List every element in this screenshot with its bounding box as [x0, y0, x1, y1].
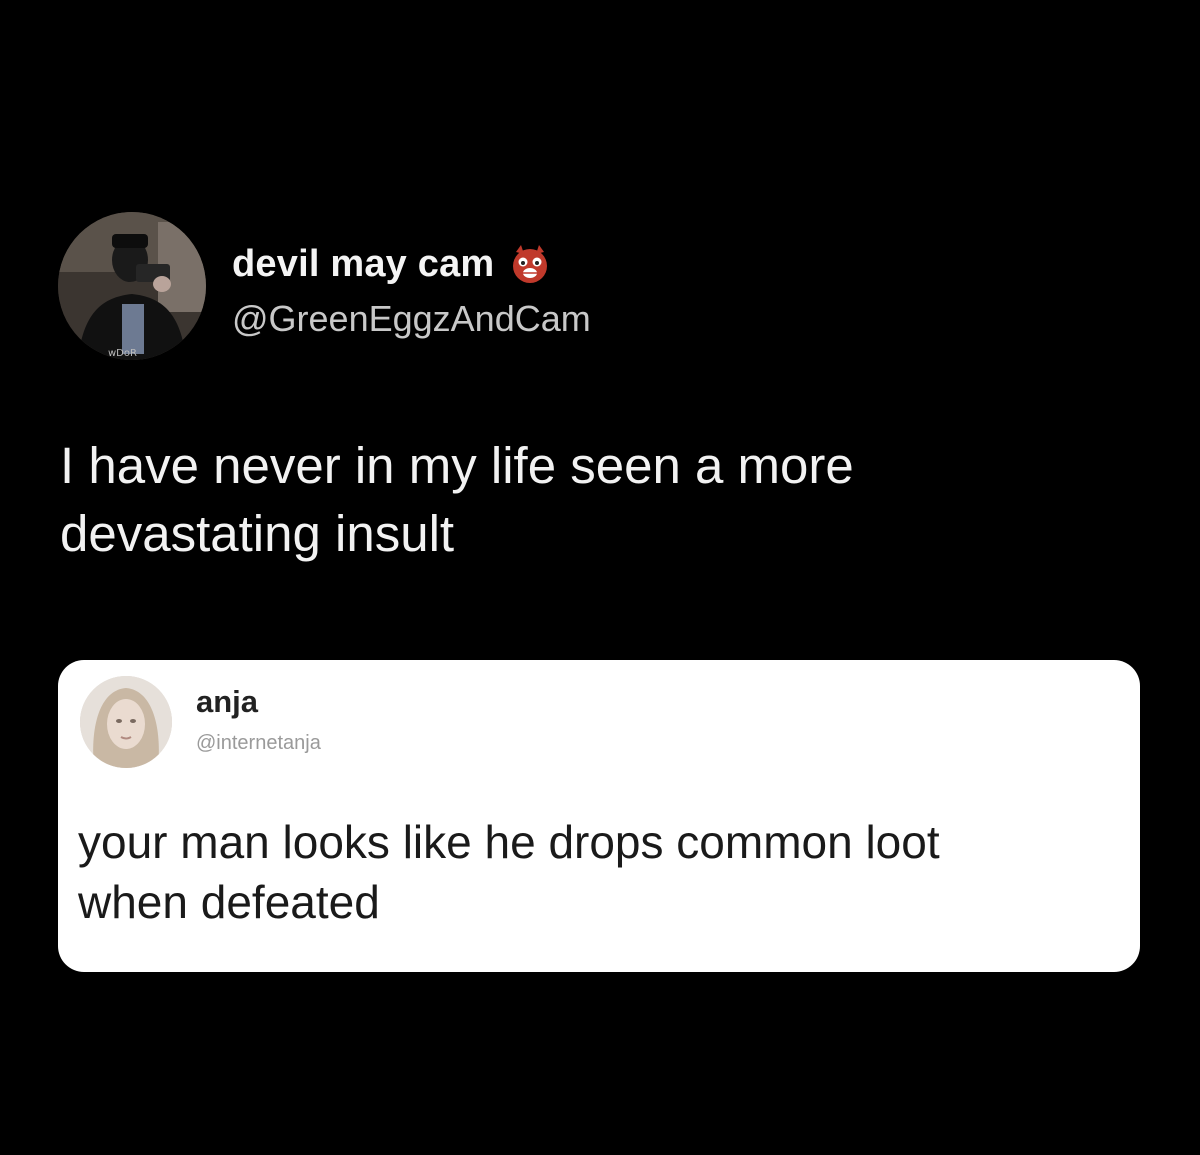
quoted-author-handle[interactable]: @internetanja: [196, 732, 321, 755]
author-avatar[interactable]: wDoR: [58, 212, 206, 360]
author-handle[interactable]: @GreenEggzAndCam: [232, 298, 591, 340]
tweet: wDoR devil may cam @GreenEggzAndCam I ha…: [0, 0, 1200, 1155]
quoted-author-display-name[interactable]: anja: [196, 684, 258, 720]
quoted-tweet-text: your man looks like he drops common loot…: [78, 816, 940, 928]
author-avatar-image: wDoR: [58, 212, 206, 360]
svg-text:wDoR: wDoR: [108, 348, 137, 359]
quoted-tweet-card[interactable]: anja @internetanja your man looks like h…: [58, 660, 1140, 972]
tweet-text: I have never in my life seen a more deva…: [60, 437, 854, 562]
quoted-author-avatar-image: [80, 676, 172, 768]
tweet-author: wDoR devil may cam @GreenEggzAndCam: [58, 212, 758, 362]
devil-face-emoji-icon: [508, 242, 552, 286]
author-name-line: devil may cam: [232, 242, 552, 286]
author-display-name[interactable]: devil may cam: [232, 243, 494, 286]
quoted-author-avatar[interactable]: [80, 676, 172, 768]
